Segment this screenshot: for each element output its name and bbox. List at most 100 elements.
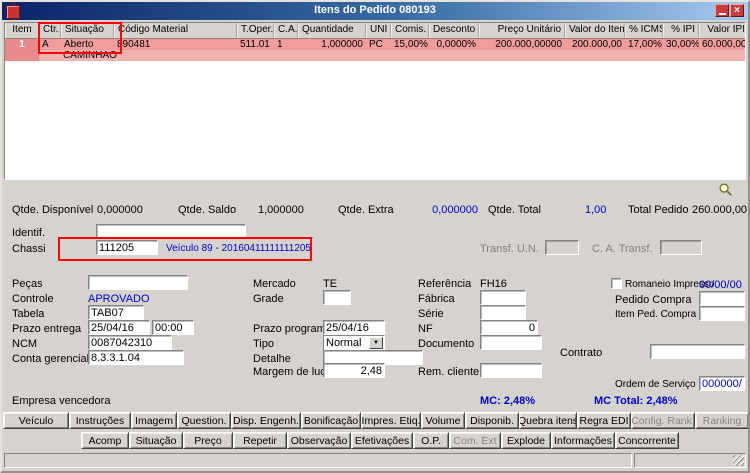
col-header-valor-item[interactable]: Valor do Item [565,23,625,38]
informacoes-button[interactable]: Informações [551,432,615,449]
cell-ipi: 30,00% [666,39,699,50]
cell-subrow-gutter [5,50,39,61]
col-header-preco-unitario[interactable]: Preço Unitário [479,23,565,38]
impres-etiq-button[interactable]: Impres. Etiq. [361,412,421,429]
chevron-down-icon[interactable]: ▼ [369,337,383,349]
instrucoes-button[interactable]: Instruções [69,412,131,429]
col-header-ctr[interactable]: Ctr. [39,23,61,38]
col-header-comis[interactable]: Comis. [391,23,429,38]
grade-input[interactable] [323,290,351,305]
cell-valor-ipi: 60.000,00 [702,39,746,50]
rem-cliente-input[interactable] [480,363,542,378]
grid-header-row: Item Ctr. Situação Código Material T.Ope… [5,23,745,39]
resize-grip-icon[interactable] [733,455,744,466]
col-header-item[interactable]: Item [5,23,39,38]
magnifier-icon[interactable] [718,182,733,197]
mercado-value: TE [323,278,338,290]
com-ext-button: Com. Ext [449,432,501,449]
tipo-label: Tipo [253,338,274,350]
ncm-label: NCM [12,338,38,350]
button-row-1: Veículo Instruções Imagem Question. Disp… [3,412,748,429]
serie-label: Série [418,308,444,320]
qtde-saldo-label: Qtde. Saldo [178,204,237,216]
ordem-servico-input[interactable] [699,376,745,391]
conta-gerencial-input[interactable] [88,350,184,365]
op-button[interactable]: O.P. [413,432,449,449]
minimize-icon [718,13,726,15]
documento-input[interactable] [480,335,542,350]
col-header-codigo-material[interactable]: Código Material [114,23,237,38]
concorrente-button[interactable]: Concorrente [615,432,679,449]
col-header-toper[interactable]: T.Oper. [237,23,274,38]
button-row-2: Acomp Situação Preço Repetir Observação … [81,432,679,449]
contrato-input[interactable] [650,344,745,359]
conta-gerencial-label: Conta gerencial [12,353,90,365]
volume-button[interactable]: Volume [421,412,465,429]
tabela-input[interactable] [88,305,144,320]
preco-button[interactable]: Preço [183,432,233,449]
acomp-button[interactable]: Acomp [81,432,129,449]
transf-un-input [545,240,579,255]
referencia-label: Referência [418,278,472,290]
grade-label: Grade [253,293,284,305]
pecas-label: Peças [12,278,43,290]
ncm-input[interactable] [88,335,172,350]
col-header-desconto[interactable]: Desconto [429,23,479,38]
identif-input[interactable] [96,224,246,239]
romaneio-impresso-date: 00/00/00 [699,279,742,291]
regra-edi-button[interactable]: Regra EDI [577,412,631,429]
efetivacoes-button[interactable]: Efetivações [351,432,413,449]
cell-uni: PC [369,39,383,50]
serie-input[interactable] [480,305,526,320]
prazo-entrega-time-input[interactable] [152,320,194,335]
close-button[interactable]: × [730,4,744,17]
veiculo-button[interactable]: Veículo [3,412,69,429]
col-header-quantidade[interactable]: Quantidade [298,23,366,38]
mc-value: MC: 2,48% [480,395,536,407]
qtde-disponivel-label: Qtde. Disponível [12,204,94,216]
disponib-button[interactable]: Disponib. [465,412,519,429]
explode-button[interactable]: Explode [501,432,551,449]
col-header-uni[interactable]: UNI [366,23,391,38]
quebra-itens-button[interactable]: Quebra itens [519,412,577,429]
qtde-extra-label: Qtde. Extra [338,204,394,216]
margem-lucro-input[interactable] [323,363,385,378]
col-header-ipi[interactable]: % IPI [663,23,699,38]
ca-transf-label: C. A. Transf. [592,243,653,255]
disp-engenh-button[interactable]: Disp. Engenh. [231,412,301,429]
grid-row-selected[interactable]: 1 A Aberto 890481 511.01 1 1,000000 PC 1… [5,39,745,50]
ordem-servico-label: Ordem de Serviço [615,379,696,390]
chassi-input[interactable] [96,240,158,255]
cell-icms: 17,00% [628,39,662,50]
fabrica-input[interactable] [480,290,526,305]
imagem-button[interactable]: Imagem [131,412,177,429]
minimize-button[interactable] [715,4,729,17]
romaneio-impresso-checkbox[interactable] [611,278,622,289]
col-header-valor-ipi[interactable]: Valor IPI [699,23,745,38]
bonificacao-button[interactable]: Bonificação [301,412,361,429]
col-header-icms[interactable]: % ICMS [625,23,663,38]
controle-label: Controle [12,293,54,305]
tabela-label: Tabela [12,308,45,320]
repetir-button[interactable]: Repetir [233,432,287,449]
items-do-pedido-window: Itens do Pedido 080193 × Item Ctr. Situa… [0,0,750,473]
observacao-button[interactable]: Observação [287,432,351,449]
tipo-select[interactable]: Normal ▼ [323,335,385,351]
qtde-saldo-value: 1,000000 [258,204,304,216]
item-ped-compra-label: Item Ped. Compra [615,309,697,320]
question-button[interactable]: Question. [177,412,231,429]
col-header-ca[interactable]: C.A. [274,23,298,38]
situacao-button[interactable]: Situação [129,432,183,449]
cell-quantidade: 1,000000 [321,39,363,50]
mercado-label: Mercado [253,278,296,290]
item-ped-compra-input[interactable] [699,306,745,321]
cell-codigo-material: 890481 [117,39,151,50]
qtde-total-value: 1,00 [585,204,607,216]
pecas-input[interactable] [88,275,188,290]
col-header-situacao[interactable]: Situação [61,23,114,38]
prazo-programado-input[interactable] [323,320,385,335]
pedido-compra-input[interactable] [699,291,745,306]
grid-subrow-description[interactable]: CAMINHAO [5,50,745,61]
nf-input[interactable] [480,320,538,335]
prazo-entrega-date-input[interactable] [88,320,150,335]
